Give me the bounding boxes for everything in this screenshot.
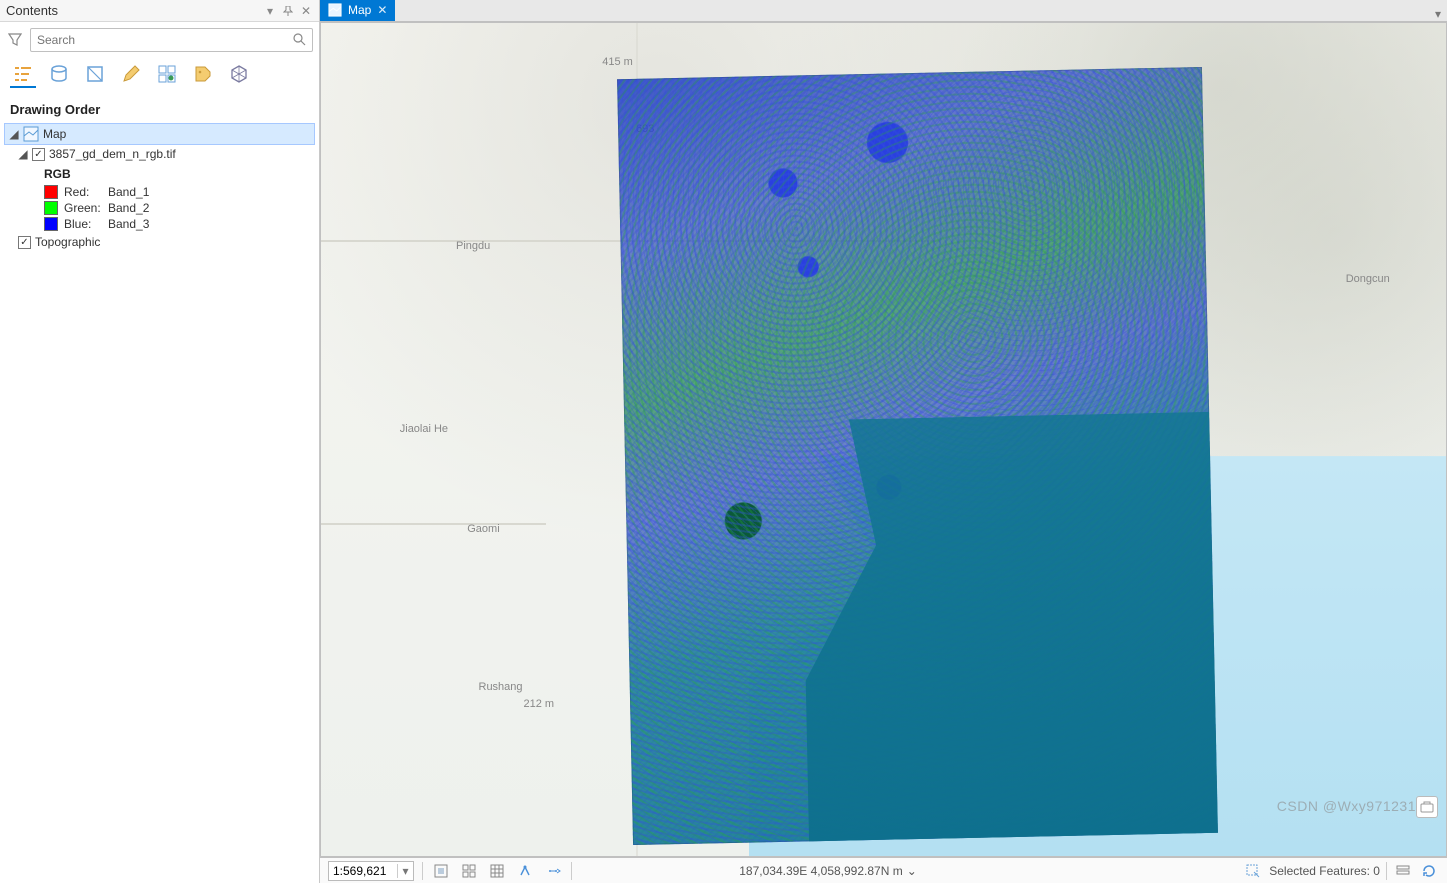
- search-icon[interactable]: [292, 32, 306, 49]
- band-value: Band_3: [108, 217, 149, 231]
- contents-title: Contents: [6, 3, 58, 18]
- view-menu-icon[interactable]: ▾: [1435, 7, 1441, 21]
- scale-control[interactable]: ▾: [328, 861, 414, 881]
- band-row-blue: Blue: Band_3: [44, 217, 315, 231]
- elev-label: 212 m: [524, 698, 555, 710]
- basemap-visibility-checkbox[interactable]: ✓: [18, 236, 31, 249]
- section-title: Drawing Order: [0, 96, 319, 123]
- close-panel-icon[interactable]: ✕: [299, 4, 313, 18]
- search-box[interactable]: [30, 28, 313, 52]
- river-label: Jiaolai He: [400, 423, 448, 435]
- list-perspective-button[interactable]: [226, 62, 252, 88]
- city-label: Gaomi: [467, 523, 499, 535]
- autohide-pin-icon[interactable]: [281, 4, 295, 18]
- band-label: Red:: [64, 185, 102, 199]
- map-node-label: Map: [43, 127, 66, 141]
- basemap-node[interactable]: ✓ Topographic: [4, 233, 315, 251]
- map-tab[interactable]: Map ✕: [320, 0, 395, 21]
- rgb-title: RGB: [44, 167, 315, 181]
- coordinates-display[interactable]: 187,034.39E 4,058,992.87N m ⌄: [739, 864, 917, 878]
- band-value: Band_2: [108, 201, 149, 215]
- scale-dropdown-icon[interactable]: ▾: [397, 864, 413, 878]
- city-label: Rushang: [479, 681, 523, 693]
- coord-dropdown-icon[interactable]: ⌄: [907, 864, 917, 878]
- swatch-blue: [44, 217, 58, 231]
- grid-button[interactable]: [487, 861, 507, 881]
- list-snapping-button[interactable]: [154, 62, 180, 88]
- basemap-label: Topographic: [35, 235, 100, 249]
- correction-button[interactable]: [515, 861, 535, 881]
- list-data-source-button[interactable]: [46, 62, 72, 88]
- layer-tree: ◢ Map ◢ ✓ 3857_gd_dem_n_rgb.tif RGB Red:…: [0, 123, 319, 251]
- separator: [571, 862, 572, 880]
- selection-icon[interactable]: [1243, 861, 1263, 881]
- constraint-button[interactable]: [431, 861, 451, 881]
- search-input[interactable]: [37, 33, 292, 47]
- catalog-button[interactable]: [1393, 861, 1413, 881]
- band-label: Blue:: [64, 217, 102, 231]
- swatch-green: [44, 201, 58, 215]
- map-tab-label: Map: [348, 3, 371, 17]
- raster-layer-label: 3857_gd_dem_n_rgb.tif: [49, 147, 176, 161]
- band-row-green: Green: Band_2: [44, 201, 315, 215]
- refresh-button[interactable]: [1419, 861, 1439, 881]
- scale-input[interactable]: [329, 864, 397, 878]
- contents-header: Contents ▾ ✕: [0, 0, 319, 22]
- coordinates-text: 187,034.39E 4,058,992.87N m: [739, 864, 902, 878]
- list-drawing-order-button[interactable]: [10, 62, 36, 88]
- raster-overlay: [617, 67, 1218, 845]
- inference-button[interactable]: [543, 861, 563, 881]
- city-label: Dongcun: [1346, 273, 1390, 285]
- map-view-panel: Map ✕ ▾ Pingdu Gaomi Jiaolai He Rushang …: [320, 0, 1447, 883]
- band-label: Green:: [64, 201, 102, 215]
- separator: [422, 862, 423, 880]
- snapping-button[interactable]: [459, 861, 479, 881]
- close-tab-icon[interactable]: ✕: [377, 3, 387, 17]
- expander-icon[interactable]: ◢: [18, 149, 28, 159]
- map-tab-bar: Map ✕ ▾: [320, 0, 1447, 22]
- rgb-symbology: RGB Red: Band_1 Green: Band_2 Blue: Band…: [4, 163, 315, 231]
- contents-panel: Contents ▾ ✕: [0, 0, 320, 883]
- selected-features-text: Selected Features: 0: [1269, 864, 1380, 878]
- layer-visibility-checkbox[interactable]: ✓: [32, 148, 45, 161]
- map-node[interactable]: ◢ Map: [4, 123, 315, 145]
- raster-layer-node[interactable]: ◢ ✓ 3857_gd_dem_n_rgb.tif: [4, 145, 315, 163]
- status-bar: ▾ 187,034.39E 4,058,992.87N m ⌄: [320, 857, 1447, 883]
- contents-toolbar: [0, 58, 319, 96]
- band-value: Band_1: [108, 185, 149, 199]
- list-selection-button[interactable]: [82, 62, 108, 88]
- map-icon: [23, 126, 39, 142]
- list-editing-button[interactable]: [118, 62, 144, 88]
- expander-icon[interactable]: ◢: [9, 129, 19, 139]
- swatch-red: [44, 185, 58, 199]
- snapping-popup-icon[interactable]: [1416, 796, 1438, 818]
- band-row-red: Red: Band_1: [44, 185, 315, 199]
- separator: [1386, 862, 1387, 880]
- filter-icon[interactable]: [6, 31, 24, 49]
- list-labeling-button[interactable]: [190, 62, 216, 88]
- map-canvas[interactable]: Pingdu Gaomi Jiaolai He Rushang Dongcun …: [320, 22, 1447, 857]
- panel-options-icon[interactable]: ▾: [263, 4, 277, 18]
- city-label: Pingdu: [456, 240, 490, 252]
- elev-label: 415 m: [602, 56, 633, 68]
